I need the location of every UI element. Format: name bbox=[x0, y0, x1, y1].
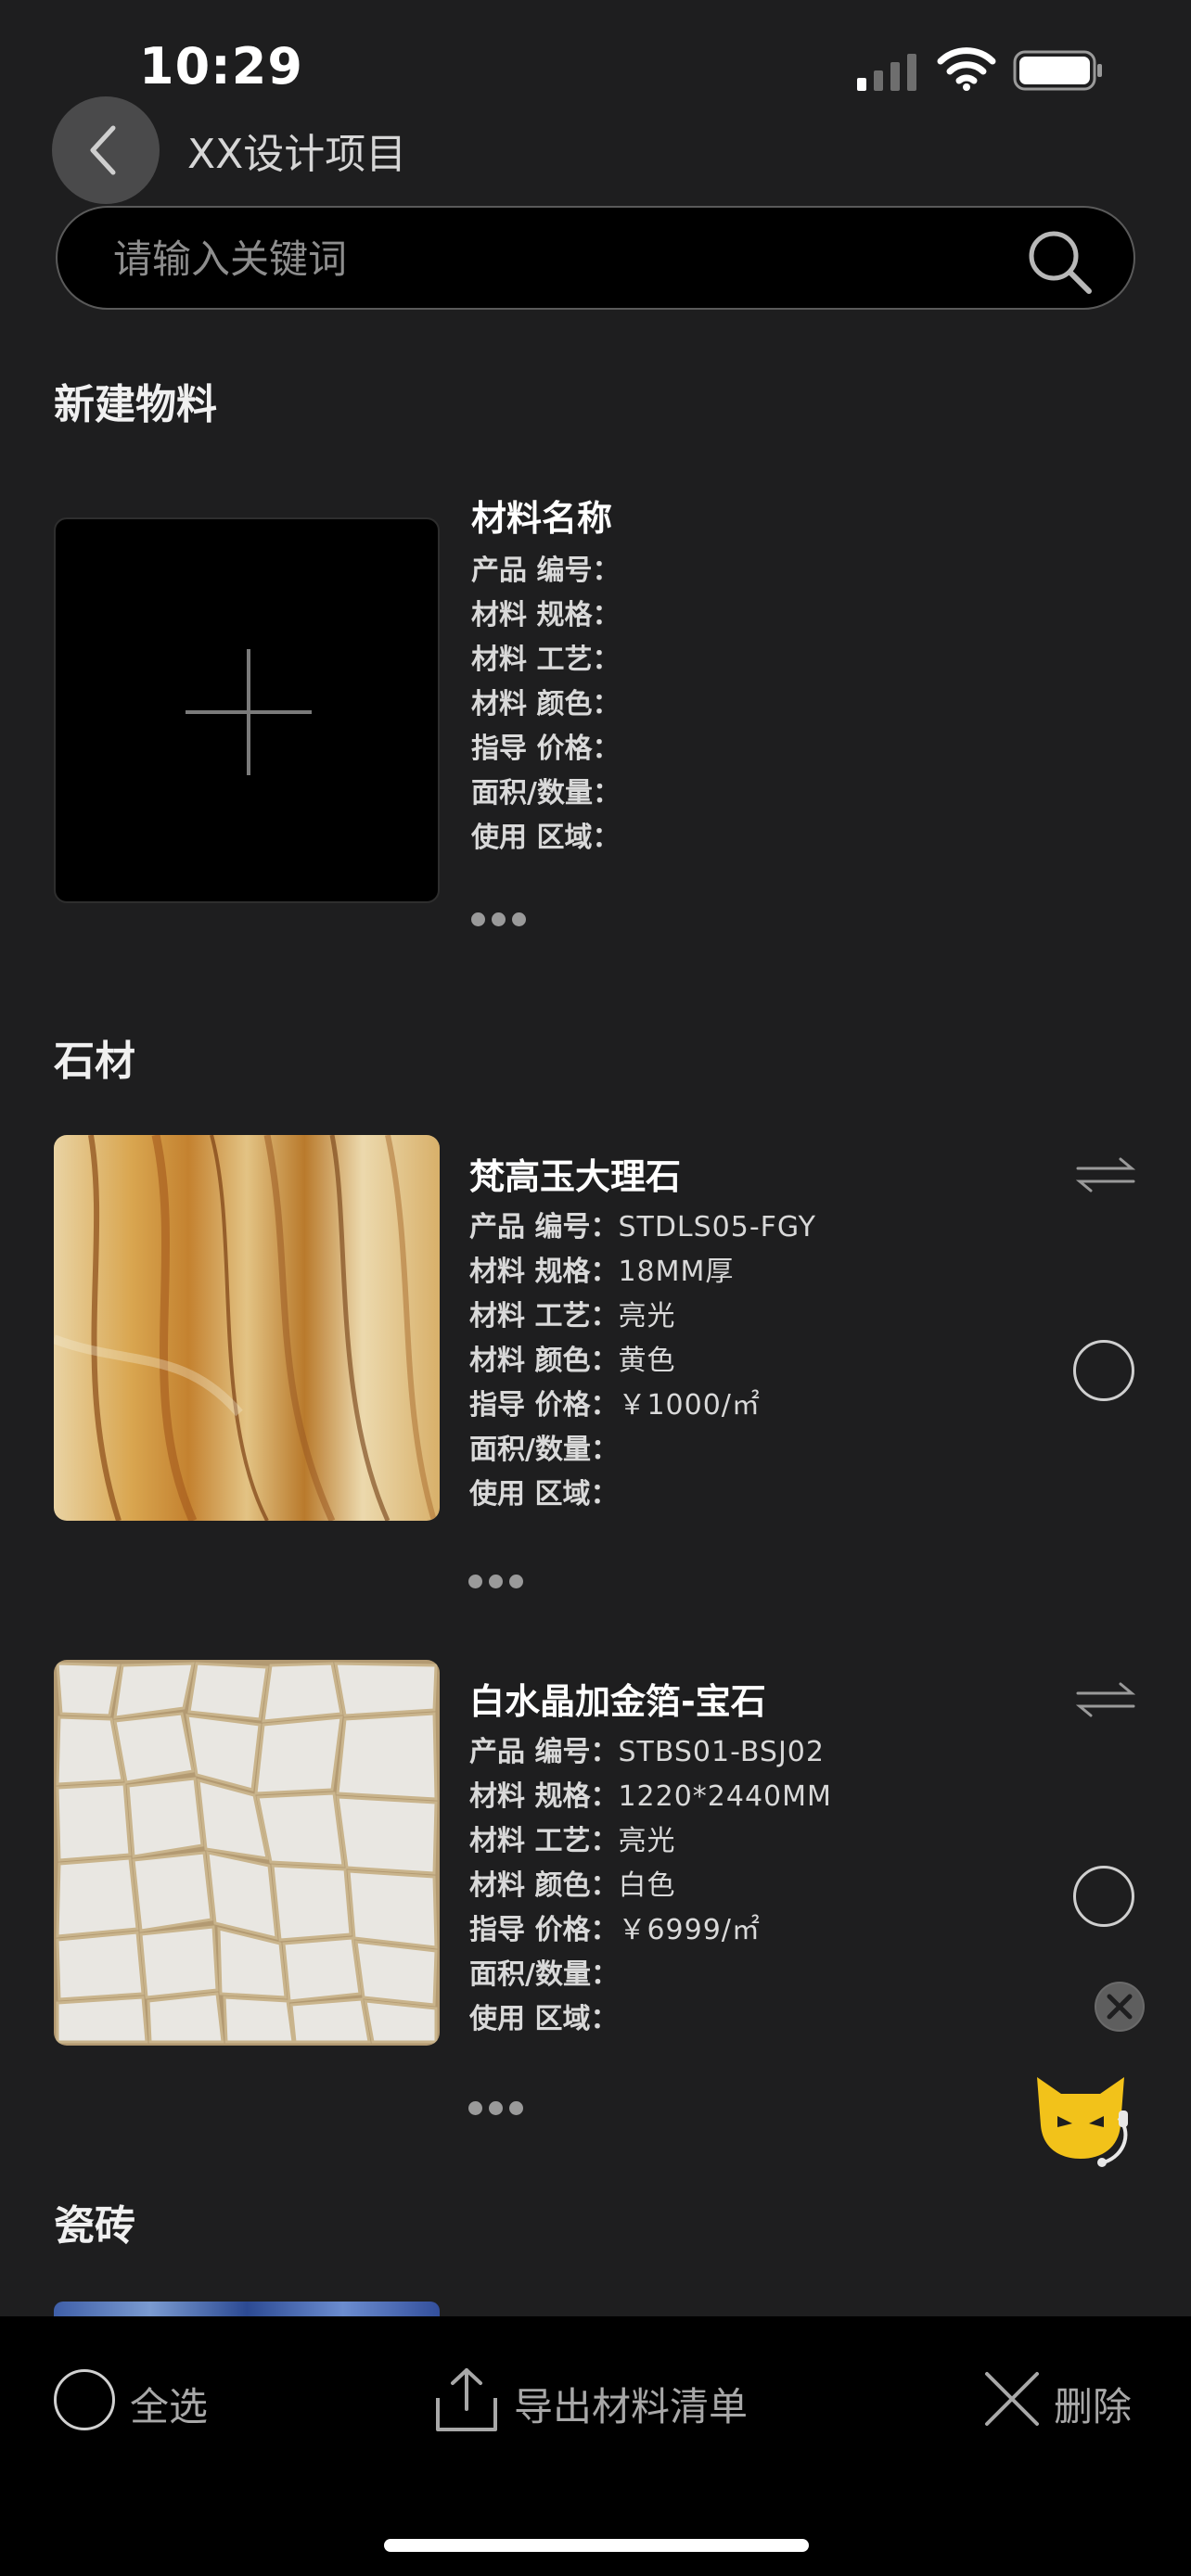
material-image-yellow-marble[interactable] bbox=[54, 1135, 440, 1521]
new-material-field[interactable]: 产品 编号： bbox=[471, 547, 620, 588]
select-all-checkbox[interactable] bbox=[54, 2369, 115, 2430]
more-options-icon[interactable] bbox=[468, 1575, 524, 1589]
select-checkbox[interactable] bbox=[1073, 1866, 1134, 1927]
material-image-blue-tile[interactable] bbox=[54, 2302, 440, 2316]
material-field: 材料 工艺：亮光 bbox=[469, 1825, 676, 1857]
back-button[interactable] bbox=[52, 96, 160, 204]
material-field: 面积/数量： bbox=[469, 1958, 619, 1991]
home-indicator bbox=[384, 2539, 809, 2552]
new-material-name-label[interactable]: 材料名称 bbox=[471, 490, 612, 541]
section-title-tile: 瓷砖 bbox=[54, 2202, 135, 2250]
more-options-icon[interactable] bbox=[471, 912, 527, 927]
wifi-icon bbox=[937, 47, 996, 91]
material-field: 产品 编号：STBS01-BSJ02 bbox=[469, 1736, 825, 1768]
material-field: 材料 颜色：黄色 bbox=[469, 1345, 676, 1377]
select-all-label[interactable]: 全选 bbox=[130, 2376, 208, 2432]
battery-icon bbox=[1013, 50, 1102, 91]
material-field: 产品 编号：STDLS05-FGY bbox=[469, 1211, 817, 1243]
material-field: 使用 区域： bbox=[469, 1478, 619, 1511]
bottom-action-bar bbox=[0, 2316, 1191, 2576]
new-material-field[interactable]: 材料 工艺： bbox=[471, 636, 620, 677]
cat-assistant-icon[interactable] bbox=[1030, 2066, 1132, 2168]
material-name: 梵高玉大理石 bbox=[469, 1156, 682, 1197]
search-bar[interactable] bbox=[56, 206, 1135, 310]
search-icon[interactable] bbox=[1024, 226, 1095, 297]
section-title-new-material: 新建物料 bbox=[54, 381, 217, 428]
page-title: XX设计项目 bbox=[187, 131, 407, 178]
delete-button[interactable]: 删除 bbox=[1054, 2376, 1132, 2432]
material-field: 使用 区域： bbox=[469, 2003, 619, 2035]
material-field: 指导 价格：￥6999/㎡ bbox=[469, 1914, 761, 1946]
add-material-image-button[interactable] bbox=[54, 517, 440, 903]
new-material-field[interactable]: 材料 规格： bbox=[471, 592, 620, 632]
material-field: 材料 颜色：白色 bbox=[469, 1869, 676, 1902]
new-material-field[interactable]: 面积/数量： bbox=[471, 770, 621, 810]
new-material-field[interactable]: 材料 颜色： bbox=[471, 681, 620, 721]
export-list-button[interactable]: 导出材料清单 bbox=[514, 2376, 748, 2432]
status-time: 10:29 bbox=[139, 37, 303, 96]
material-field: 材料 规格：18MM厚 bbox=[469, 1256, 735, 1288]
swap-arrows-icon[interactable] bbox=[1076, 1680, 1135, 1717]
section-title-stone: 石材 bbox=[54, 1038, 135, 1085]
material-field: 材料 规格：1220*2440MM bbox=[469, 1780, 832, 1813]
select-checkbox[interactable] bbox=[1073, 1340, 1134, 1401]
material-name: 白水晶加金箔-宝石 bbox=[469, 1681, 766, 1722]
material-field: 指导 价格：￥1000/㎡ bbox=[469, 1389, 761, 1422]
chevron-left-icon bbox=[90, 125, 116, 175]
swap-arrows-icon[interactable] bbox=[1076, 1155, 1135, 1192]
upload-icon[interactable] bbox=[434, 2366, 499, 2433]
close-icon[interactable] bbox=[1095, 1982, 1145, 2032]
cellular-signal-icon bbox=[857, 54, 916, 91]
more-options-icon[interactable] bbox=[468, 2101, 524, 2116]
material-image-white-crystal[interactable] bbox=[54, 1660, 440, 2046]
new-material-field[interactable]: 使用 区域： bbox=[471, 814, 620, 855]
x-icon[interactable] bbox=[983, 2370, 1041, 2428]
new-material-field[interactable]: 指导 价格： bbox=[471, 725, 620, 766]
material-field: 面积/数量： bbox=[469, 1434, 619, 1466]
search-input[interactable] bbox=[113, 226, 994, 291]
material-field: 材料 工艺：亮光 bbox=[469, 1300, 676, 1333]
